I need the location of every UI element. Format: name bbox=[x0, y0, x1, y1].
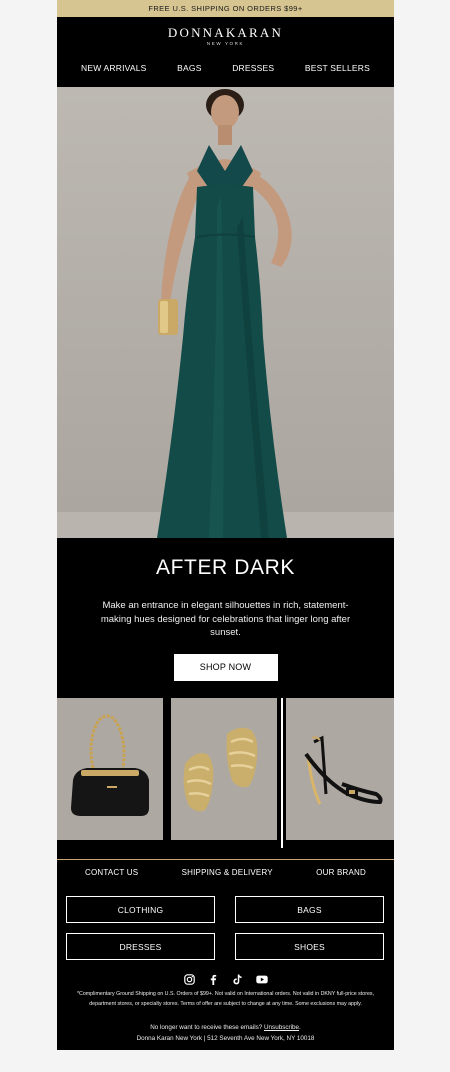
shipping-disclaimer: *Complimentary Ground Shipping on U.S. O… bbox=[76, 991, 375, 1007]
nav-new-arrivals[interactable]: NEW ARRIVALS bbox=[81, 63, 147, 73]
product-grid bbox=[57, 698, 394, 848]
product-divider bbox=[281, 698, 283, 848]
bags-button[interactable]: BAGS bbox=[235, 896, 384, 923]
youtube-icon[interactable] bbox=[255, 973, 268, 985]
after-dark-section: AFTER DARK Make an entrance in elegant s… bbox=[57, 538, 394, 681]
clothing-button[interactable]: CLOTHING bbox=[66, 896, 215, 923]
shop-now-button[interactable]: SHOP NOW bbox=[173, 653, 278, 681]
footer-accent-line bbox=[57, 859, 394, 860]
facebook-icon[interactable] bbox=[208, 973, 220, 985]
sandals-image bbox=[183, 727, 258, 812]
shoes-button[interactable]: SHOES bbox=[235, 933, 384, 960]
product-handbag[interactable] bbox=[57, 698, 163, 840]
product-sandals[interactable] bbox=[171, 698, 277, 840]
unsubscribe-prefix: No longer want to receive these emails? bbox=[150, 1024, 263, 1031]
social-icons bbox=[57, 973, 394, 987]
email-container: FREE U.S. SHIPPING ON ORDERS $99+ DONNAK… bbox=[57, 0, 394, 1050]
contact-us-link[interactable]: CONTACT US bbox=[85, 868, 138, 884]
hero-image[interactable] bbox=[57, 87, 394, 538]
section-title: AFTER DARK bbox=[155, 556, 295, 579]
promo-bar[interactable]: FREE U.S. SHIPPING ON ORDERS $99+ bbox=[57, 0, 394, 17]
logo-subtitle: NEW YORK bbox=[206, 41, 245, 46]
footer-links: CONTACT US SHIPPING & DELIVERY OUR BRAND bbox=[57, 868, 394, 884]
instagram-icon[interactable] bbox=[184, 973, 196, 985]
nav-best-sellers[interactable]: BEST SELLERS bbox=[305, 63, 370, 73]
heels-image bbox=[304, 735, 383, 805]
shipping-delivery-link[interactable]: SHIPPING & DELIVERY bbox=[182, 868, 273, 884]
section-description: Make an entrance in elegant silhouettes … bbox=[100, 600, 351, 638]
product-heels[interactable] bbox=[286, 698, 394, 840]
brand-logo[interactable]: DONNAKARAN NEW YORK bbox=[57, 17, 394, 49]
unsubscribe-line: No longer want to receive these emails? … bbox=[57, 1024, 394, 1031]
dresses-button[interactable]: DRESSES bbox=[66, 933, 215, 960]
company-address: Donna Karan New York | 512 Seventh Ave N… bbox=[136, 1035, 315, 1042]
main-nav: NEW ARRIVALS BAGS DRESSES BEST SELLERS bbox=[57, 49, 394, 87]
unsubscribe-suffix: . bbox=[299, 1024, 301, 1031]
unsubscribe-link[interactable]: Unsubscribe bbox=[264, 1024, 299, 1031]
handbag-image bbox=[71, 714, 149, 816]
nav-bags[interactable]: BAGS bbox=[177, 63, 201, 73]
tiktok-icon[interactable] bbox=[232, 973, 244, 985]
nav-dresses[interactable]: DRESSES bbox=[232, 63, 274, 73]
promo-text[interactable]: FREE U.S. SHIPPING ON ORDERS $99+ bbox=[148, 4, 302, 13]
model-illustration bbox=[157, 89, 292, 538]
logo-wordmark[interactable]: DONNAKARAN bbox=[168, 26, 283, 39]
our-brand-link[interactable]: OUR BRAND bbox=[316, 868, 366, 884]
